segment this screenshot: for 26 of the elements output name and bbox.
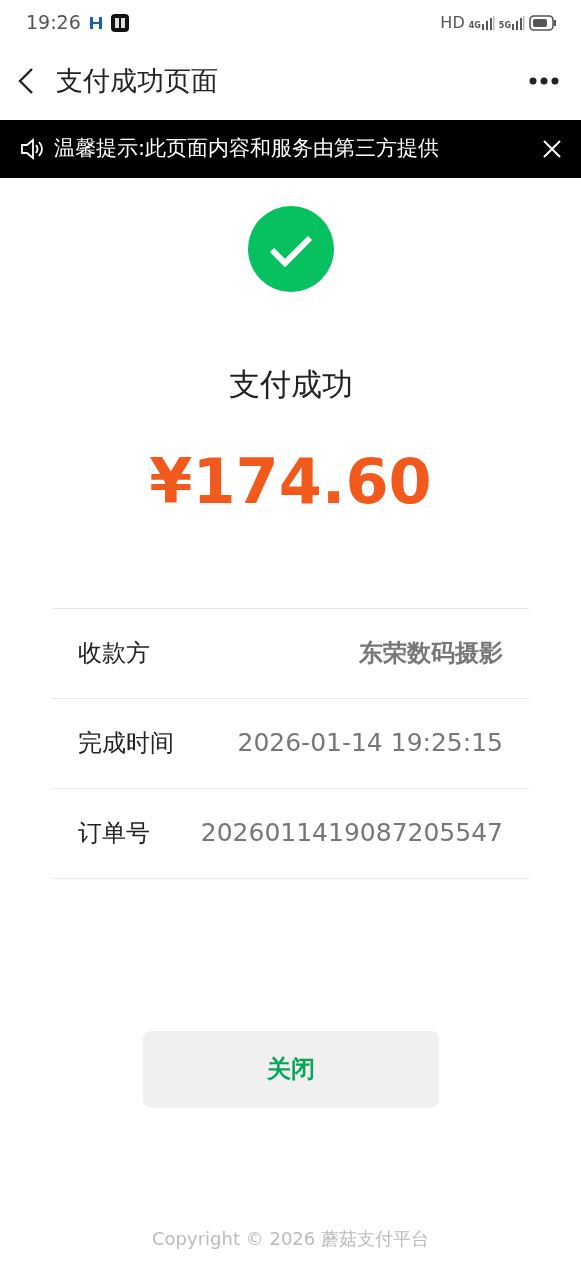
status-time: 19:26 — [26, 10, 81, 36]
close-button[interactable]: 关闭 — [142, 1030, 439, 1108]
battery-icon — [529, 14, 557, 31]
sim-label: 4G — [468, 21, 481, 30]
app-icon — [110, 13, 129, 32]
sim-label: 5G — [498, 21, 511, 30]
speaker-icon — [20, 138, 44, 160]
detail-value: 东荣数码摄影 — [359, 638, 503, 670]
payment-amount: ¥174.60 — [149, 447, 432, 516]
page-title: 支付成功页面 — [56, 63, 218, 98]
more-icon[interactable] — [529, 77, 559, 85]
app-icon — [88, 15, 103, 30]
signal-icon — [511, 15, 525, 30]
back-icon[interactable] — [18, 67, 34, 95]
close-icon[interactable] — [543, 140, 561, 158]
detail-label: 完成时间 — [78, 728, 174, 760]
detail-label: 订单号 — [78, 818, 150, 850]
notice-text: 温馨提示:此页面内容和服务由第三方提供 — [54, 135, 440, 163]
network-label: HD — [440, 11, 465, 34]
signal-icon — [480, 15, 495, 30]
result-title: 支付成功 — [228, 365, 353, 404]
detail-value: 2026011419087205547 — [200, 817, 503, 850]
detail-label: 收款方 — [78, 638, 150, 670]
detail-value: 2026-01-14 19:25:15 — [237, 727, 503, 760]
copyright-text: Copyright © 2026 蘑菇支付平台 — [152, 1226, 429, 1251]
success-check-icon — [246, 205, 335, 293]
